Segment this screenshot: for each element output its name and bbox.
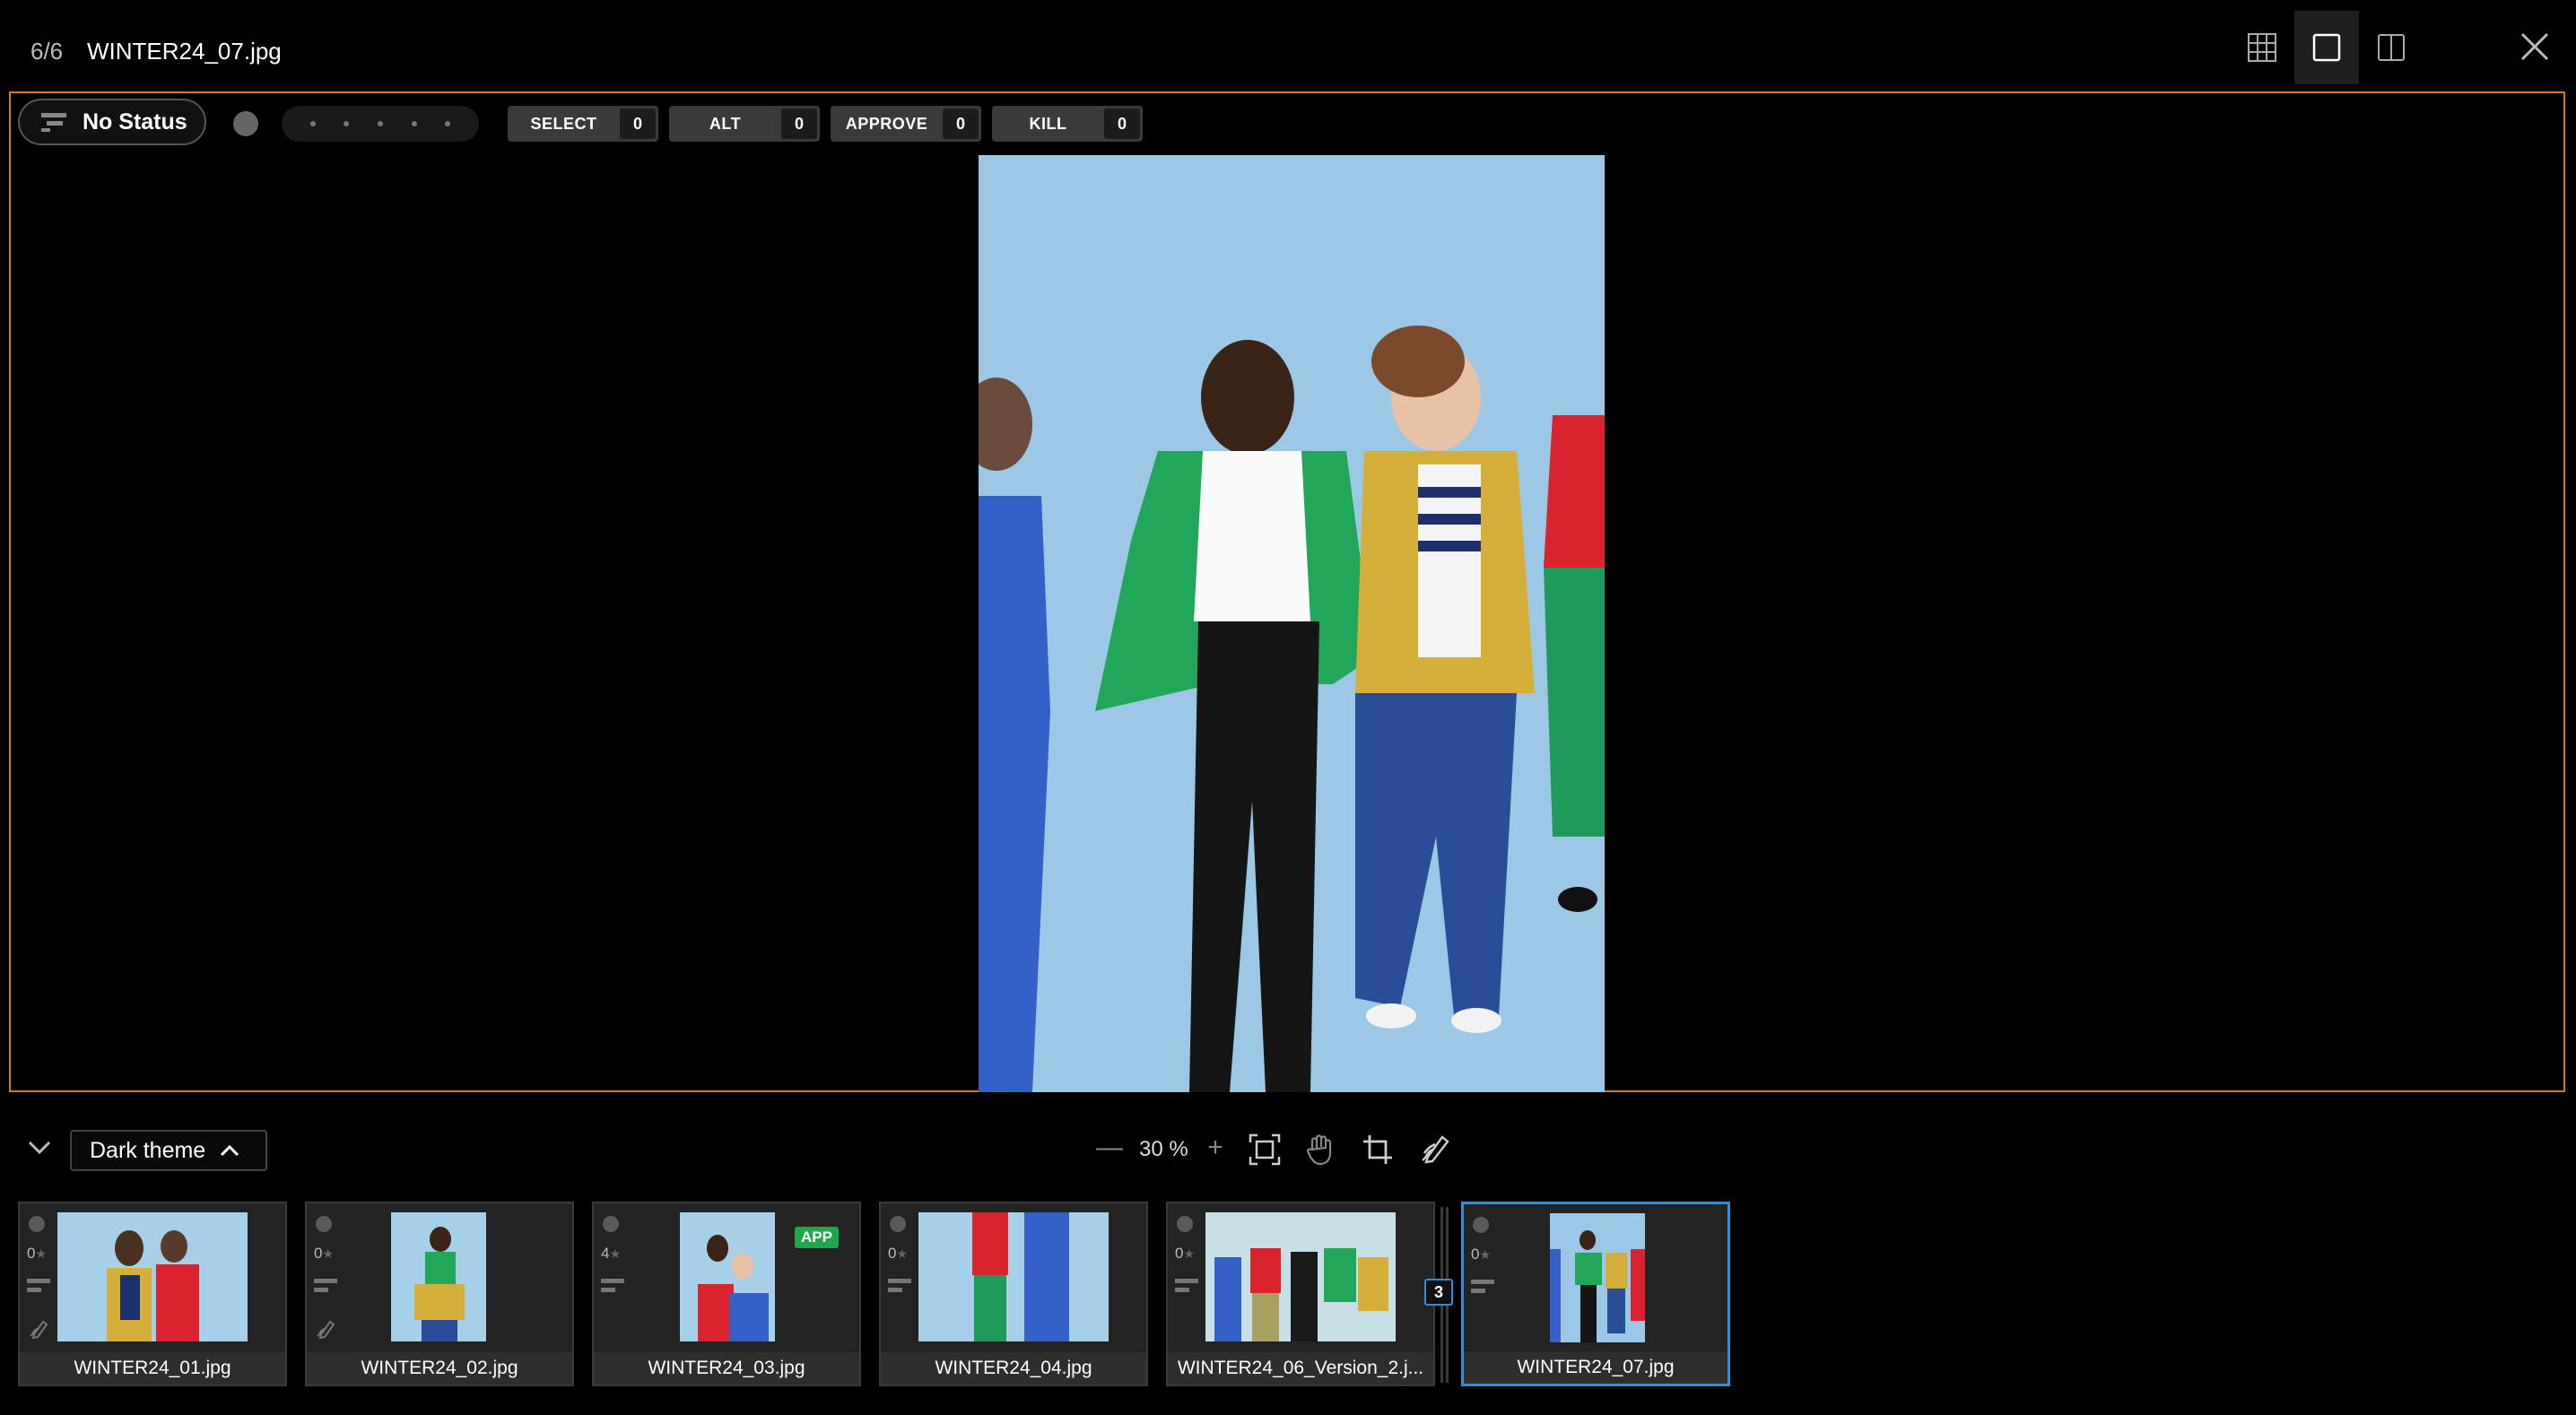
thumb-rating: 0★ <box>27 1245 48 1262</box>
thumb-rating: 0★ <box>888 1245 909 1262</box>
thumb-rating: 4★ <box>601 1245 622 1262</box>
tag-count: 0 <box>620 109 656 139</box>
collapse-filmstrip-button[interactable] <box>22 1132 57 1164</box>
pan-tool-button[interactable] <box>1301 1130 1340 1169</box>
color-label-dot[interactable] <box>316 1216 332 1232</box>
tag-alt-button[interactable]: ALT 0 <box>669 106 820 142</box>
grid-icon <box>2248 33 2276 62</box>
filmstrip-thumb[interactable]: 0★ WINTER24_06_Version_2.j... <box>1166 1202 1435 1386</box>
tag-approve-button[interactable]: APPROVE 0 <box>831 106 981 142</box>
tag-label: ALT <box>709 114 742 133</box>
color-label-dot[interactable] <box>1473 1217 1489 1233</box>
star-4[interactable] <box>411 121 417 126</box>
status-label: No Status <box>83 109 187 135</box>
status-bars-icon <box>27 1279 50 1297</box>
filmstrip-thumb[interactable]: 0★ WINTER24_02.jpg <box>305 1202 574 1386</box>
color-label-dot[interactable] <box>233 111 258 136</box>
status-bars-icon <box>314 1279 337 1297</box>
pen-markup-icon <box>317 1320 335 1340</box>
star-rating[interactable] <box>282 106 479 142</box>
image-filename: WINTER24_07.jpg <box>87 38 282 65</box>
zoom-level: 30 % <box>1139 1137 1188 1161</box>
theme-dropdown[interactable]: Dark theme <box>70 1130 267 1171</box>
crop-tool-button[interactable] <box>1358 1130 1397 1169</box>
thumb-filename: WINTER24_02.jpg <box>307 1352 572 1385</box>
pen-markup-icon <box>1422 1135 1449 1164</box>
close-icon <box>2520 32 2549 61</box>
status-bars-icon <box>1471 1280 1494 1298</box>
fit-to-screen-button[interactable] <box>1245 1130 1284 1169</box>
thumb-image <box>1550 1213 1645 1342</box>
status-dropdown[interactable]: No Status <box>18 99 206 145</box>
star-5[interactable] <box>445 121 451 126</box>
main-photo[interactable] <box>979 155 1605 1092</box>
status-bars-icon <box>1175 1279 1198 1297</box>
thumb-image <box>918 1212 1109 1341</box>
theme-label: Dark theme <box>90 1137 206 1163</box>
status-bars-icon <box>601 1279 624 1297</box>
tag-count: 0 <box>781 109 817 139</box>
color-label-dot[interactable] <box>890 1216 906 1232</box>
color-label-dot[interactable] <box>603 1216 619 1232</box>
image-counter: 6/6 <box>30 38 64 65</box>
photo-illustration <box>979 155 1605 1092</box>
zoom-in-button[interactable]: + <box>1202 1132 1229 1164</box>
color-label-dot[interactable] <box>29 1216 45 1232</box>
thumb-filename: WINTER24_07.jpg <box>1464 1351 1727 1384</box>
hand-icon <box>1306 1134 1332 1166</box>
compare-view-button[interactable] <box>2359 11 2424 84</box>
close-button[interactable] <box>2502 18 2567 75</box>
thumb-filename: WINTER24_04.jpg <box>881 1352 1146 1385</box>
status-bars-icon <box>888 1279 911 1297</box>
chevron-up-icon <box>221 1144 239 1157</box>
grid-view-button[interactable] <box>2230 11 2294 84</box>
thumb-image <box>1205 1212 1396 1341</box>
tag-kill-button[interactable]: KILL 0 <box>992 106 1143 142</box>
filmstrip-thumb[interactable]: 0★ WINTER24_01.jpg <box>18 1202 287 1386</box>
tag-label: KILL <box>1029 114 1067 133</box>
thumb-filename: WINTER24_01.jpg <box>20 1352 285 1385</box>
tag-count: 0 <box>1104 109 1140 139</box>
thumb-filename: WINTER24_03.jpg <box>594 1352 859 1385</box>
stack-count-badge[interactable]: 3 <box>1424 1279 1453 1306</box>
single-view-button[interactable] <box>2294 11 2359 84</box>
single-square-icon <box>2312 33 2341 62</box>
star-2[interactable] <box>344 121 350 126</box>
thumb-rating: 0★ <box>1471 1246 1492 1263</box>
crop-icon <box>1363 1135 1392 1164</box>
tag-label: APPROVE <box>845 114 928 133</box>
color-label-dot[interactable] <box>1177 1216 1193 1232</box>
tag-label: SELECT <box>530 114 597 133</box>
tag-count: 0 <box>943 109 979 139</box>
thumb-rating: 0★ <box>1175 1245 1196 1262</box>
pen-markup-icon <box>30 1320 48 1340</box>
thumb-filename: WINTER24_06_Version_2.j... <box>1168 1352 1433 1385</box>
markup-tool-button[interactable] <box>1415 1130 1455 1169</box>
thumb-image <box>57 1212 248 1341</box>
chevron-down-icon <box>28 1141 51 1155</box>
thumb-image <box>391 1212 486 1341</box>
filmstrip-thumb-selected[interactable]: 0★ WINTER24_07.jpg <box>1461 1202 1730 1386</box>
star-3[interactable] <box>377 121 383 126</box>
status-bars-icon <box>41 113 66 132</box>
filmstrip-thumb[interactable]: 0★ WINTER24_04.jpg <box>879 1202 1148 1386</box>
tag-select-button[interactable]: SELECT 0 <box>508 106 658 142</box>
zoom-out-button[interactable]: — <box>1096 1132 1123 1164</box>
filmstrip-thumb[interactable]: 4★ APP WINTER24_03.jpg <box>592 1202 861 1386</box>
thumb-image <box>680 1212 775 1341</box>
fit-screen-icon <box>1249 1133 1281 1166</box>
thumb-rating: 0★ <box>314 1245 335 1262</box>
star-1[interactable] <box>309 121 316 126</box>
approved-badge: APP <box>795 1227 839 1248</box>
split-view-icon <box>2378 34 2405 61</box>
